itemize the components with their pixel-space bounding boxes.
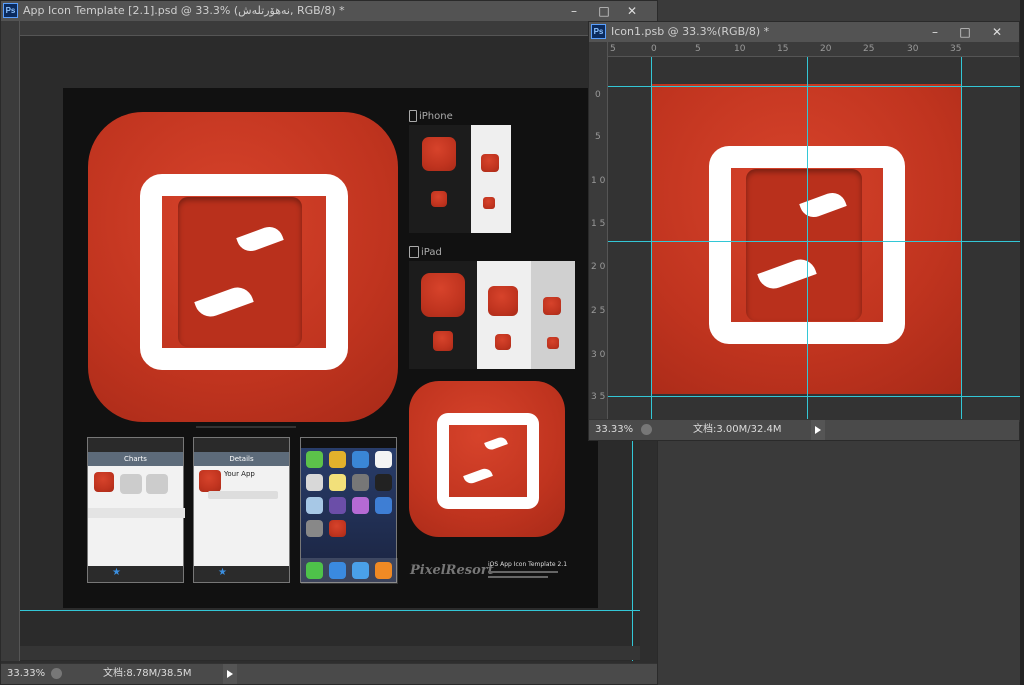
details-app-name: Your App — [224, 470, 255, 478]
icon-horizontal-ruler[interactable]: 5 0 5 10 15 20 25 30 35 — [607, 42, 1019, 57]
iphone-icon-large — [422, 137, 456, 171]
main-window-titlebar[interactable]: Ps App Icon Template [2.1].psd @ 33.3% (… — [1, 1, 657, 21]
iphone-settings-icon-large — [481, 154, 499, 172]
ipad-icon-large — [421, 273, 465, 317]
play-arrow-icon — [227, 670, 233, 678]
icon-close-button[interactable]: ✕ — [984, 22, 1010, 42]
ipad-preview-grey — [531, 261, 575, 369]
guide-horizontal[interactable] — [20, 610, 640, 611]
medium-logo-mark — [437, 413, 539, 509]
homescreen-dock — [301, 558, 398, 584]
ipad-icon-small — [433, 331, 453, 351]
details-app-icon — [199, 470, 221, 492]
medium-app-icon — [409, 381, 565, 537]
template-title: iOS App Icon Template 2.1 — [488, 561, 568, 568]
icon-window-titlebar[interactable]: Ps Icon1.psb @ 33.3%(RGB/8) * – □ ✕ — [589, 22, 1019, 42]
icon-maximize-button[interactable]: □ — [952, 22, 978, 42]
icon-status-arrow[interactable] — [811, 420, 825, 440]
phone-preview-charts: Charts ★ — [87, 437, 185, 583]
star-icon: ★ — [112, 567, 121, 578]
charts-app-icon — [94, 472, 114, 492]
iphone-label: iPhone — [419, 111, 453, 122]
charts-tab-bar: ★ — [88, 566, 183, 582]
ipad-spotlight-icon-small — [495, 334, 511, 350]
main-horizontal-scrollbar[interactable] — [20, 646, 640, 660]
icon-vertical-ruler[interactable]: 0 5 1 0 1 5 2 0 2 5 3 0 3 5 — [589, 42, 608, 422]
right-panel-strip — [1020, 0, 1024, 685]
photoshop-icon: Ps — [591, 24, 606, 39]
icon-guide-horizontal-2[interactable] — [608, 241, 1020, 242]
icon-zoom-level[interactable]: 33.33% — [595, 420, 633, 440]
ipad-settings-icon-large — [543, 297, 561, 315]
status-info-icon[interactable] — [51, 668, 62, 679]
logo-inner-square — [178, 197, 302, 347]
main-window-title: App Icon Template [2.1].psd @ 33.3% (نەھ… — [23, 4, 345, 17]
main-zoom-level[interactable]: 33.33% — [7, 664, 45, 684]
ipad-spotlight-icon-large — [488, 286, 518, 316]
phone-preview-homescreen — [300, 437, 398, 584]
main-status-arrow[interactable] — [223, 664, 237, 684]
icon-square-artwork — [651, 84, 961, 394]
details-tab-bar: ★ — [194, 566, 289, 582]
main-doc-info: 文档:8.78M/38.5M — [103, 668, 192, 679]
vertical-ruler[interactable] — [1, 21, 20, 661]
main-document-window: Ps App Icon Template [2.1].psd @ 33.3% (… — [0, 0, 659, 685]
icon-document-window: Ps Icon1.psb @ 33.3%(RGB/8) * – □ ✕ 5 0 … — [588, 21, 1020, 441]
icon-guide-horizontal-3[interactable] — [608, 396, 1020, 397]
phone-preview-details: Details Your App ★ — [193, 437, 290, 583]
iphone-icon-small — [431, 191, 447, 207]
ruler-corner[interactable] — [1, 21, 19, 35]
icon-logo-inner-square — [746, 169, 862, 321]
horizontal-ruler[interactable] — [19, 21, 659, 36]
icon-doc-info: 文档:3.00M/32.4M — [693, 424, 782, 435]
iphone-device-icon — [409, 110, 417, 122]
icon-minimize-button[interactable]: – — [922, 22, 948, 42]
iphone-preview-light — [471, 125, 511, 233]
star-icon: ★ — [218, 567, 227, 578]
icon-status-bar: 33.33% 文档:3.00M/32.4M — [589, 419, 1019, 440]
icon-guide-vertical-2[interactable] — [807, 57, 808, 422]
large-icon-caption — [196, 426, 296, 428]
details-nav-title: Details — [194, 452, 289, 466]
homescreen-icon-grid — [306, 451, 394, 555]
main-status-bar: 33.33% 文档:8.78M/38.5M — [1, 663, 657, 684]
ipad-settings-icon-small — [547, 337, 559, 349]
maximize-button[interactable]: □ — [591, 1, 617, 21]
large-app-icon — [88, 112, 398, 422]
photoshop-icon: Ps — [3, 3, 18, 18]
icon-guide-horizontal-1[interactable] — [608, 86, 1020, 87]
charts-nav-title: Charts — [88, 452, 183, 466]
icon-window-title: Icon1.psb @ 33.3%(RGB/8) * — [611, 25, 770, 38]
icon-guide-vertical-1[interactable] — [651, 57, 652, 422]
homescreen-your-app-icon — [329, 520, 346, 537]
brand-logo: PixelResort — [410, 563, 494, 578]
icon-guide-vertical-3[interactable] — [961, 57, 962, 422]
iphone-settings-icon-small — [483, 197, 495, 209]
play-arrow-icon — [815, 426, 821, 434]
ipad-device-icon — [409, 246, 419, 258]
status-info-icon[interactable] — [641, 424, 652, 435]
ipad-label: iPad — [421, 247, 442, 258]
close-button[interactable]: ✕ — [619, 1, 645, 21]
minimize-button[interactable]: – — [561, 1, 587, 21]
